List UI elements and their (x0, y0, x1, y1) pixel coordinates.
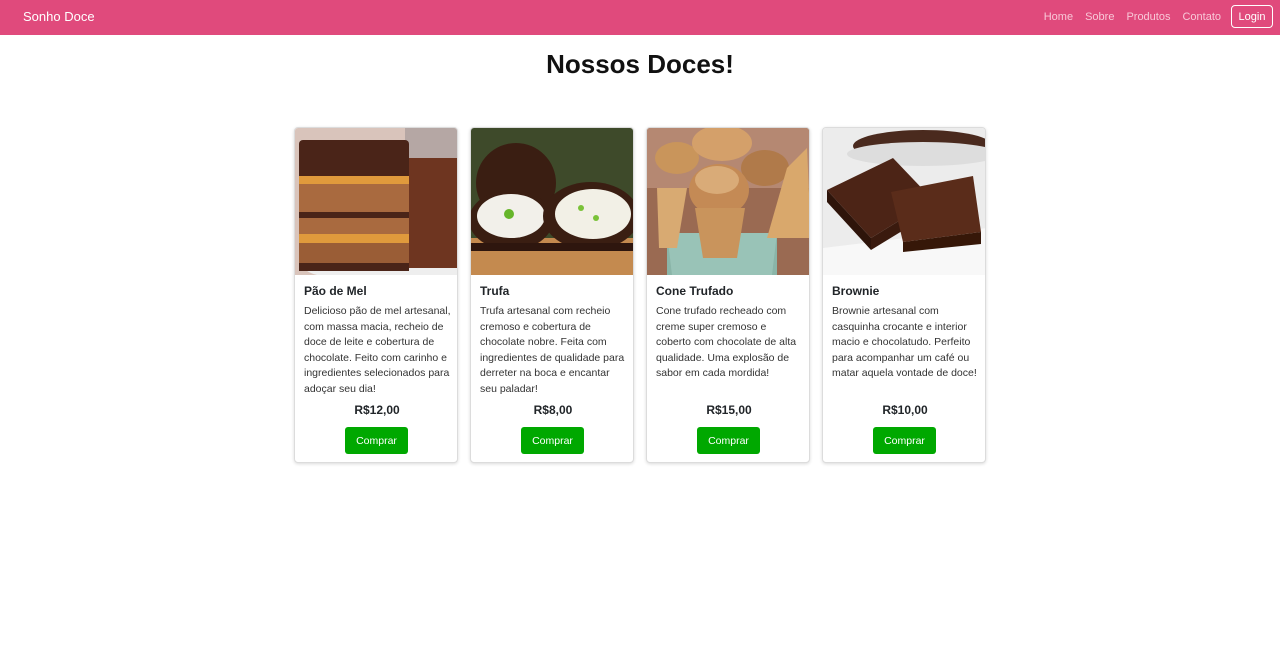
nav-link-home[interactable]: Home (1044, 11, 1073, 23)
nav-link-sobre[interactable]: Sobre (1085, 11, 1114, 23)
buy-button-brownie[interactable]: Comprar (873, 427, 936, 454)
top-navbar: Sonho Doce Home Sobre Produtos Contato L… (0, 0, 1280, 35)
product-description: Brownie artesanal com casquinha crocante… (832, 305, 977, 380)
product-card-cone-trufado: Cone Trufado Cone trufado recheado com c… (646, 127, 810, 463)
login-button[interactable]: Login (1231, 5, 1273, 28)
nav-link-contato[interactable]: Contato (1182, 11, 1221, 23)
buy-button-pao-de-mel[interactable]: Comprar (345, 427, 408, 454)
product-image-trufa (471, 128, 633, 275)
product-name: Pão de Mel (304, 284, 367, 298)
product-image-pao-de-mel (295, 128, 457, 275)
buy-button-trufa[interactable]: Comprar (521, 427, 584, 454)
product-image-brownie (823, 128, 985, 275)
brand-logo[interactable]: Sonho Doce (23, 9, 95, 24)
product-description: Cone trufado recheado com creme super cr… (656, 305, 797, 380)
product-image-cone-trufado (647, 128, 809, 275)
nav-links: Home Sobre Produtos Contato (1044, 11, 1221, 23)
nav-link-produtos[interactable]: Produtos (1126, 11, 1170, 23)
product-list: Pão de Mel Delicioso pão de mel artesana… (294, 127, 986, 463)
buy-button-cone-trufado[interactable]: Comprar (697, 427, 760, 454)
product-price: R$10,00 (882, 403, 928, 417)
product-card-trufa: Trufa Trufa artesanal com recheio cremos… (470, 127, 634, 463)
product-name: Brownie (832, 284, 880, 298)
product-name: Cone Trufado (656, 284, 734, 298)
product-price: R$8,00 (533, 403, 573, 417)
product-card-brownie: Brownie Brownie artesanal com casquinha … (822, 127, 986, 463)
product-price: R$15,00 (706, 403, 752, 417)
product-price: R$12,00 (354, 403, 400, 417)
product-description: Trufa artesanal com recheio cremoso e co… (480, 305, 625, 395)
product-description: Delicioso pão de mel artesanal, com mass… (304, 305, 451, 395)
product-card-pao-de-mel: Pão de Mel Delicioso pão de mel artesana… (294, 127, 458, 463)
product-name: Trufa (480, 284, 510, 298)
page-title: Nossos Doces! (546, 49, 734, 79)
